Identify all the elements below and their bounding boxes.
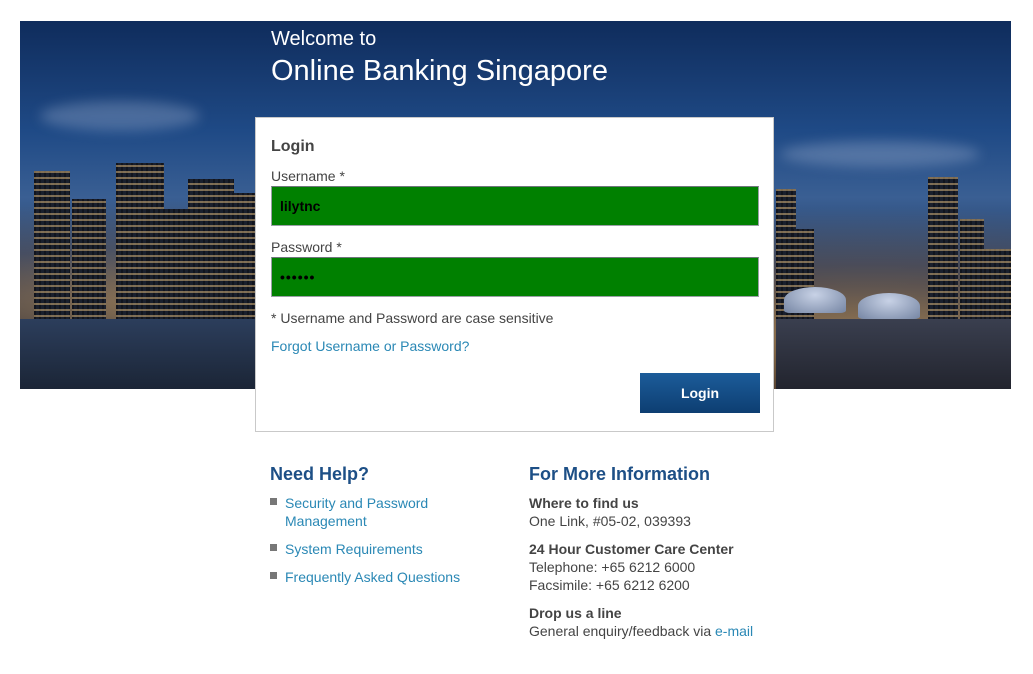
more-info-title: For More Information <box>529 464 710 484</box>
facsimile-text: Facsimile: +65 6212 6200 <box>529 577 690 593</box>
need-help-title: Need Help? <box>270 464 370 484</box>
system-requirements-link[interactable]: System Requirements <box>285 541 423 557</box>
square-bullet-icon <box>270 572 277 579</box>
square-bullet-icon <box>270 544 277 551</box>
password-label: Password * <box>271 239 342 255</box>
username-input[interactable] <box>271 186 759 226</box>
password-input[interactable] <box>271 257 759 297</box>
faq-link[interactable]: Frequently Asked Questions <box>285 569 460 585</box>
find-us-heading: Where to find us <box>529 495 639 511</box>
esplanade-dome <box>858 293 920 319</box>
drop-line-heading: Drop us a line <box>529 605 622 621</box>
security-password-link[interactable]: Security and Password Management <box>285 495 428 529</box>
find-us-block: Where to find us One Link, #05-02, 03939… <box>529 494 789 530</box>
login-heading: Login <box>271 138 315 155</box>
list-item: Security and Password Management <box>270 494 510 530</box>
login-button[interactable]: Login <box>640 373 760 413</box>
help-link-list: Security and Password Management System … <box>270 494 510 586</box>
harbour-water <box>20 319 255 389</box>
username-label: Username * <box>271 168 345 184</box>
cloud-decoration <box>40 101 200 131</box>
need-help-section: Need Help? Security and Password Managem… <box>270 464 510 596</box>
hero-text: Welcome to Online Banking Singapore <box>271 27 608 89</box>
list-item: Frequently Asked Questions <box>270 568 510 586</box>
list-item: System Requirements <box>270 540 510 558</box>
cloud-decoration <box>780 141 980 167</box>
email-link[interactable]: e-mail <box>715 623 753 639</box>
drop-line-block: Drop us a line General enquiry/feedback … <box>529 604 789 640</box>
city-ground <box>776 319 1011 389</box>
more-information-section: For More Information Where to find us On… <box>529 464 789 650</box>
telephone-text: Telephone: +65 6212 6000 <box>529 559 696 575</box>
hero-subtitle: Welcome to <box>271 28 377 50</box>
care-center-heading: 24 Hour Customer Care Center <box>529 541 734 557</box>
feedback-text: General enquiry/feedback via <box>529 623 712 639</box>
feedback-line: General enquiry/feedback via e-mail <box>529 622 789 640</box>
square-bullet-icon <box>270 498 277 505</box>
esplanade-dome <box>784 287 846 313</box>
hero-title: Online Banking Singapore <box>271 55 608 87</box>
case-sensitive-note: * Username and Password are case sensiti… <box>271 310 554 326</box>
login-card: Login Username * Password * * Username a… <box>255 117 774 432</box>
address-text: One Link, #05-02, 039393 <box>529 513 691 529</box>
forgot-credentials-link[interactable]: Forgot Username or Password? <box>271 338 469 354</box>
care-center-block: 24 Hour Customer Care Center Telephone: … <box>529 540 789 594</box>
